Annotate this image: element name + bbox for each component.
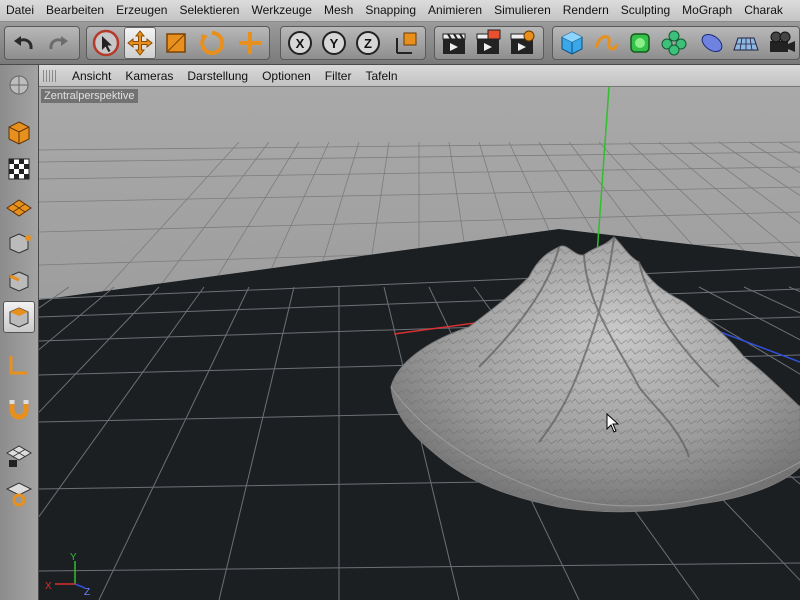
x-axis-icon: X <box>288 31 312 55</box>
points-cube-icon <box>9 233 31 254</box>
polygons-mode-button[interactable] <box>3 301 35 333</box>
spline-pen-icon <box>594 35 619 51</box>
move-arrows-icon <box>127 30 153 56</box>
viewport-menu-optionen[interactable]: Optionen <box>255 69 318 83</box>
camera-icon <box>770 31 795 52</box>
gizmo-z-label: Z <box>84 587 90 598</box>
menu-item-werkzeuge[interactable]: Werkzeuge <box>245 0 317 21</box>
clapper-settings-icon <box>510 30 535 54</box>
gizmo-x-label: X <box>45 581 52 592</box>
move-tool-button[interactable] <box>124 27 156 59</box>
subdivision-cube-icon <box>630 33 650 53</box>
checker-texture-icon <box>8 158 30 180</box>
snap-icon <box>9 75 29 95</box>
left-tool-palette <box>0 65 39 600</box>
floor-button[interactable] <box>730 27 762 59</box>
spline-button[interactable] <box>590 27 622 59</box>
viewport-menu-darstellung[interactable]: Darstellung <box>180 69 255 83</box>
coordinate-system-button[interactable] <box>390 27 422 59</box>
rotate-tool-button[interactable] <box>196 27 228 59</box>
z-axis-icon: Z <box>356 31 380 55</box>
workplane-grid-icon <box>6 199 32 217</box>
scale-icon <box>166 33 186 53</box>
z-axis-lock-button[interactable]: Z <box>352 27 384 59</box>
world-coordinates-icon <box>396 32 417 54</box>
nurbs-button[interactable] <box>624 27 656 59</box>
menu-item-bearbeiten[interactable]: Bearbeiten <box>40 0 110 21</box>
menu-item-datei[interactable]: Datei <box>0 0 40 21</box>
menu-item-animieren[interactable]: Animieren <box>422 0 488 21</box>
select-tool-button[interactable] <box>90 27 122 59</box>
polygons-cube-icon <box>9 307 29 328</box>
locked-grid-icon <box>6 445 32 467</box>
menu-item-selektieren[interactable]: Selektieren <box>173 0 245 21</box>
rotate-icon <box>200 30 225 55</box>
gizmo-y-label: Y <box>70 552 77 563</box>
menu-item-simulieren[interactable]: Simulieren <box>488 0 557 21</box>
texture-mode-button[interactable] <box>3 153 35 185</box>
last-tool-button[interactable] <box>234 27 266 59</box>
locked-workplane-button[interactable] <box>3 439 35 471</box>
viewport-menu-tafeln[interactable]: Tafeln <box>358 69 404 83</box>
magnet-tool-button[interactable] <box>3 393 35 425</box>
viewport-menu-ansicht[interactable]: Ansicht <box>65 69 118 83</box>
camera-label: Zentralperspektive <box>41 89 138 103</box>
magnet-icon <box>9 400 29 420</box>
menu-item-snapping[interactable]: Snapping <box>359 0 422 21</box>
render-picture-viewer-button[interactable] <box>472 27 504 59</box>
cube-object-button[interactable] <box>556 27 588 59</box>
edges-cube-icon <box>9 271 29 292</box>
viewport-menu-bar: Ansicht Kameras Darstellung Optionen Filter T… <box>39 65 800 87</box>
axis-tool-icon <box>9 356 28 375</box>
move-plus-icon <box>239 32 261 54</box>
main-toolbar: X Y Z <box>0 22 800 65</box>
panel-grip-icon[interactable] <box>43 69 57 82</box>
redo-icon <box>49 36 68 50</box>
menu-item-charak[interactable]: Charak <box>738 0 789 21</box>
menu-item-mograph[interactable]: MoGraph <box>676 0 738 21</box>
arrow-select-icon <box>92 29 120 57</box>
clapper-icon <box>442 33 466 54</box>
floor-grid-icon <box>733 37 759 51</box>
undo-button[interactable] <box>8 27 40 59</box>
workplane-align-button[interactable] <box>3 477 35 509</box>
menu-item-sculpting[interactable]: Sculpting <box>615 0 676 21</box>
undo-icon <box>14 36 33 50</box>
model-cube-icon <box>8 121 30 145</box>
deformer-button[interactable] <box>696 27 728 59</box>
menu-item-erzeugen[interactable]: Erzeugen <box>110 0 173 21</box>
model-mode-button[interactable] <box>3 117 35 149</box>
snap-toggle-button[interactable] <box>3 69 35 101</box>
array-button[interactable] <box>658 27 690 59</box>
mouse-cursor-icon <box>606 413 620 433</box>
viewport-menu-kameras[interactable]: Kameras <box>118 69 180 83</box>
redo-button[interactable] <box>42 27 74 59</box>
menu-item-rendern[interactable]: Rendern <box>557 0 615 21</box>
camera-button[interactable] <box>766 27 798 59</box>
edges-mode-button[interactable] <box>3 265 35 297</box>
viewport-scene: Y X Z <box>39 87 800 600</box>
viewport-menu-filter[interactable]: Filter <box>318 69 359 83</box>
points-mode-button[interactable] <box>3 227 35 259</box>
3d-viewport[interactable]: Y X Z Zentralperspektive <box>39 87 800 600</box>
axis-mode-button[interactable] <box>3 349 35 381</box>
y-axis-icon: Y <box>322 31 346 55</box>
scale-tool-button[interactable] <box>160 27 192 59</box>
cube-icon <box>561 31 583 55</box>
deformer-icon <box>701 33 723 53</box>
x-axis-lock-button[interactable]: X <box>284 27 316 59</box>
menu-item-mesh[interactable]: Mesh <box>318 0 359 21</box>
render-settings-button[interactable] <box>506 27 538 59</box>
cloner-icon <box>661 30 687 56</box>
workplane-rotate-icon <box>5 482 33 507</box>
clapper-render-icon <box>476 29 501 54</box>
y-axis-lock-button[interactable]: Y <box>318 27 350 59</box>
render-view-button[interactable] <box>438 27 470 59</box>
workplane-mode-button[interactable] <box>3 191 35 223</box>
main-menu-bar: Datei Bearbeiten Erzeugen Selektieren Werkze… <box>0 0 800 22</box>
